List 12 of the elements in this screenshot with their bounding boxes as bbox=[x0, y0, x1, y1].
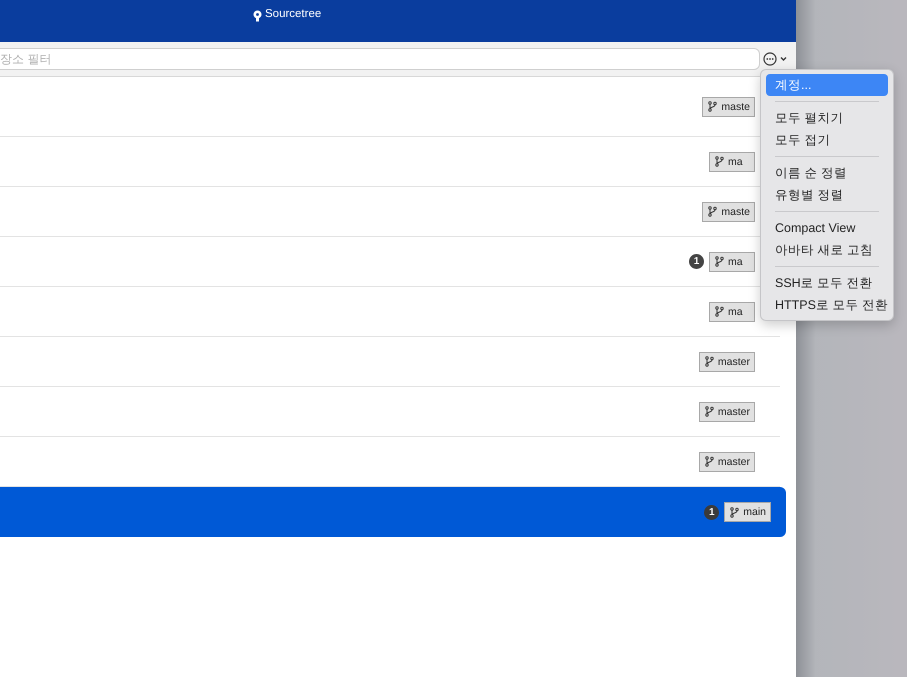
branch-name: master bbox=[718, 456, 750, 468]
branch-name: maste bbox=[721, 100, 750, 112]
branch-name: master bbox=[718, 406, 750, 418]
branch-name: ma bbox=[728, 306, 743, 318]
branch-name: main bbox=[743, 506, 766, 518]
window-title: Sourcetree bbox=[265, 8, 322, 20]
count-badge: 1 bbox=[689, 254, 704, 269]
branch-name: maste bbox=[721, 206, 750, 218]
count-badge: 1 bbox=[704, 504, 720, 520]
branch-name: ma bbox=[728, 156, 743, 168]
branch-name: master bbox=[718, 356, 750, 368]
branch-name: ma bbox=[728, 256, 743, 268]
